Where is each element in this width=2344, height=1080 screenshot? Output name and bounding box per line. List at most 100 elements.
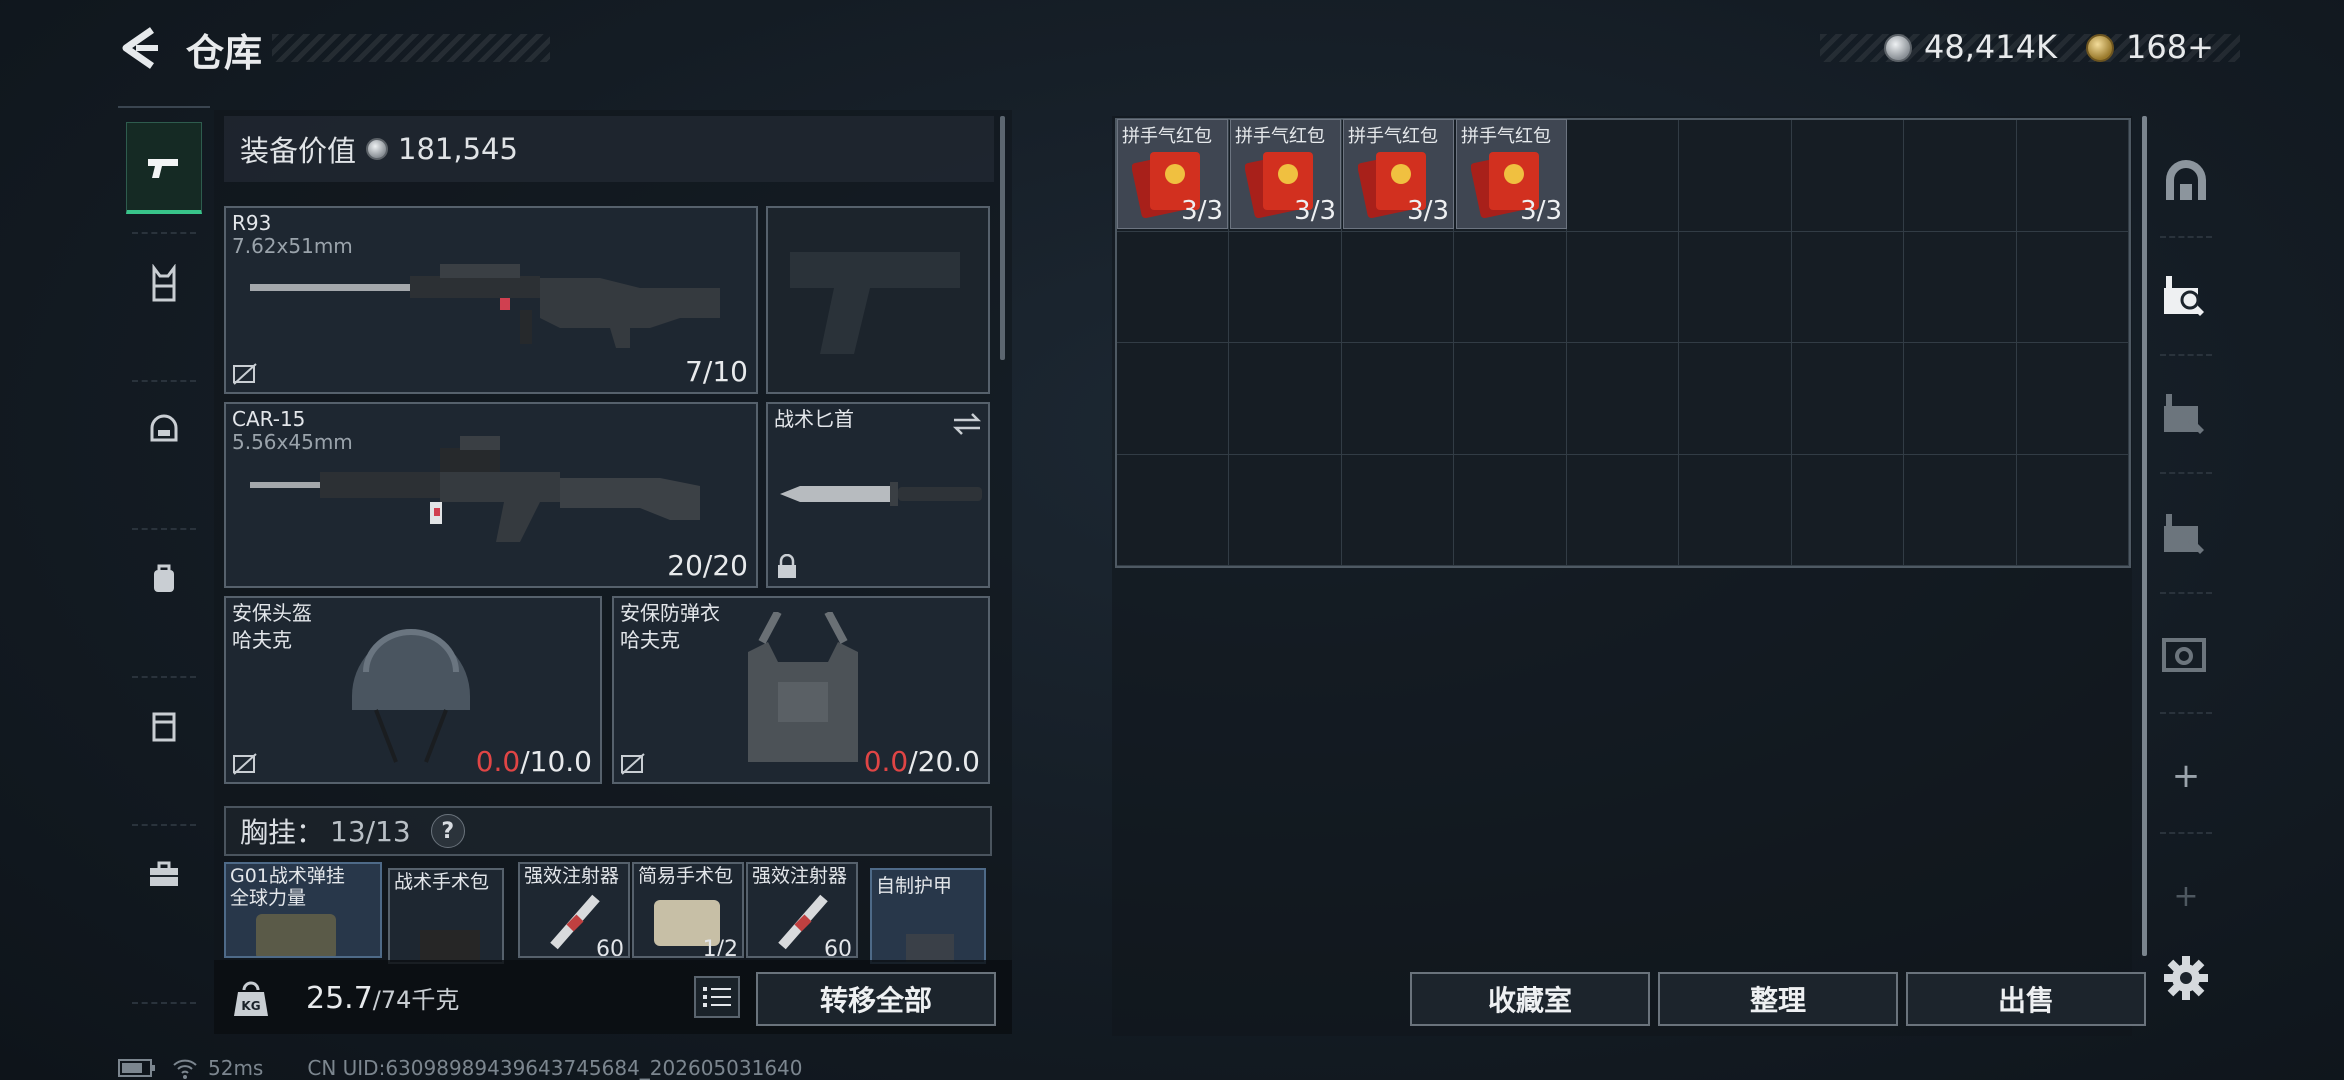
equipment-scrollbar[interactable]	[1000, 116, 1005, 360]
chest-rig-capacity: 13/13	[330, 814, 411, 848]
list-view-button[interactable]	[694, 976, 740, 1018]
storage-grid-cell[interactable]	[1454, 454, 1567, 566]
sort-button[interactable]: 整理	[1658, 972, 1898, 1026]
settings-button[interactable]	[2156, 948, 2216, 1008]
storage-item[interactable]: 拼手气红包 3/3	[1343, 119, 1454, 229]
sidebar-item-helmet[interactable]	[126, 384, 202, 476]
chest-rig-item[interactable]: G01战术弹挂 全球力量	[224, 862, 382, 958]
item-qty: 3/3	[1181, 196, 1223, 226]
storage-grid-cell[interactable]	[1229, 231, 1342, 343]
storage-grid-cell[interactable]	[1791, 231, 1905, 343]
storage-grid-cell[interactable]	[1454, 343, 1567, 455]
armor-name: 安保防弹衣	[620, 601, 720, 625]
storage-grid-cell[interactable]	[1454, 231, 1567, 343]
pistol-slot[interactable]	[766, 206, 990, 394]
storage-grid-cell[interactable]	[1791, 343, 1905, 455]
chest-item-slot[interactable]: 强效注射器 60	[518, 862, 630, 958]
storage-grid-cell[interactable]	[1679, 454, 1792, 566]
storage-grid-cell[interactable]	[1904, 343, 2017, 455]
category-sidebar	[118, 106, 210, 1006]
storage-item[interactable]: 拼手气红包 3/3	[1456, 119, 1567, 229]
storage-tab-2[interactable]	[2156, 384, 2216, 444]
sidebar-item-backpack[interactable]	[126, 532, 202, 624]
weight-max: /74千克	[372, 986, 460, 1014]
sidebar-item-toolbox[interactable]	[126, 828, 202, 920]
chest-rig-label: 胸挂：	[240, 816, 325, 849]
back-icon[interactable]	[118, 26, 160, 70]
storage-grid-cell[interactable]	[1679, 231, 1792, 343]
storage-grid-cell[interactable]	[1341, 231, 1455, 343]
gold-balance[interactable]: 168+	[2126, 28, 2214, 66]
storage-scrollbar[interactable]	[2142, 116, 2147, 956]
storage-grid-cell[interactable]	[1904, 231, 2017, 343]
storage-grid-cell[interactable]	[1679, 120, 1792, 232]
secondary-weapon-slot[interactable]: CAR-15 5.56x45mm 20/20	[224, 402, 758, 588]
sidebar-item-weapons[interactable]	[126, 122, 202, 214]
storage-grid-cell[interactable]	[1679, 343, 1792, 455]
storage-grid-cell[interactable]	[1566, 343, 1680, 455]
item-name: 简易手术包	[638, 865, 734, 887]
sidebar-item-vest[interactable]	[126, 238, 202, 330]
storage-grid-cell[interactable]	[2016, 231, 2129, 343]
chest-item-slot[interactable]: 战术手术包	[388, 868, 504, 964]
sidebar-item-case[interactable]	[126, 680, 202, 772]
weapon-ammo-count: 20/20	[667, 549, 748, 582]
storage-grid-cell[interactable]	[2016, 454, 2129, 566]
primary-weapon-slot[interactable]: R93 7.62x51mm 7/10	[224, 206, 758, 394]
swap-icon[interactable]	[952, 412, 982, 436]
melee-slot[interactable]: 战术匕首	[766, 402, 990, 588]
helmet-durability: 0.0/10.0	[475, 745, 592, 778]
status-bar: 52ms CN UID:63098989439643745684_2026050…	[118, 1056, 803, 1080]
collection-room-button[interactable]: 收藏室	[1410, 972, 1650, 1026]
storage-item[interactable]: 拼手气红包 3/3	[1117, 119, 1228, 229]
lock-icon	[778, 554, 796, 578]
storage-tab-v[interactable]	[2156, 622, 2216, 682]
storage-grid-cell[interactable]	[1117, 454, 1230, 566]
no-insurance-icon	[233, 363, 257, 385]
sell-button[interactable]: 出售	[1906, 972, 2146, 1026]
item-qty: 60	[824, 937, 852, 958]
storage-grid-cell[interactable]	[1566, 454, 1680, 566]
carry-weight: 25.7/74千克	[306, 980, 459, 1016]
chest-item-slot[interactable]: 自制护甲	[870, 868, 986, 964]
add-storage-button[interactable]: +	[2156, 746, 2216, 806]
storage-grid-cell[interactable]	[1229, 454, 1342, 566]
safehouse-tab[interactable]	[2156, 150, 2216, 210]
settings-icon	[2164, 956, 2208, 1000]
helmet-icon	[150, 414, 178, 442]
armor-slot[interactable]: 安保防弹衣 哈夫克 0.0/20.0	[612, 596, 990, 784]
backpack-icon	[154, 564, 174, 592]
storage-tab-3[interactable]	[2156, 504, 2216, 564]
battery-icon	[118, 1059, 155, 1077]
weight-current: 25.7	[306, 981, 373, 1016]
storage-grid-cell[interactable]	[1341, 343, 1455, 455]
storage-grid-cell[interactable]	[2016, 120, 2129, 232]
storage-grid-cell[interactable]	[1117, 231, 1230, 343]
item-name: 强效注射器	[752, 865, 848, 887]
chest-item-slot[interactable]: 强效注射器 60	[746, 862, 858, 958]
storage-tab-3-icon	[2164, 514, 2204, 554]
storage-grid-cell[interactable]	[2016, 343, 2129, 455]
safehouse-icon	[2166, 160, 2206, 200]
storage-grid-cell[interactable]	[1341, 454, 1455, 566]
storage-grid-cell[interactable]	[1904, 120, 2017, 232]
add-storage-button[interactable]: +	[2156, 866, 2216, 926]
transfer-all-button[interactable]: 转移全部	[756, 972, 996, 1026]
chest-item-slot[interactable]: 简易手术包 1/2	[632, 862, 744, 958]
help-icon[interactable]: ?	[430, 814, 465, 848]
storage-grid-cell[interactable]	[1791, 454, 1905, 566]
equipment-value: 装备价值 181,545	[224, 116, 994, 182]
storage-grid-cell[interactable]	[1229, 343, 1342, 455]
storage-grid-cell[interactable]	[1791, 120, 1905, 232]
helmet-slot[interactable]: 安保头盔 哈夫克 0.0/10.0	[224, 596, 602, 784]
storage-tab-1[interactable]	[2156, 266, 2216, 326]
item-name: 战术手术包	[394, 871, 490, 893]
storage-grid-cell[interactable]	[1904, 454, 2017, 566]
storage-grid-cell[interactable]	[1566, 120, 1680, 232]
storage-grid-cell[interactable]	[1117, 343, 1230, 455]
storage-grid-cell[interactable]	[1566, 231, 1680, 343]
svg-text:KG: KG	[241, 999, 260, 1013]
item-name: G01战术弹挂	[230, 865, 345, 887]
storage-item[interactable]: 拼手气红包 3/3	[1230, 119, 1341, 229]
no-insurance-icon	[233, 753, 257, 775]
